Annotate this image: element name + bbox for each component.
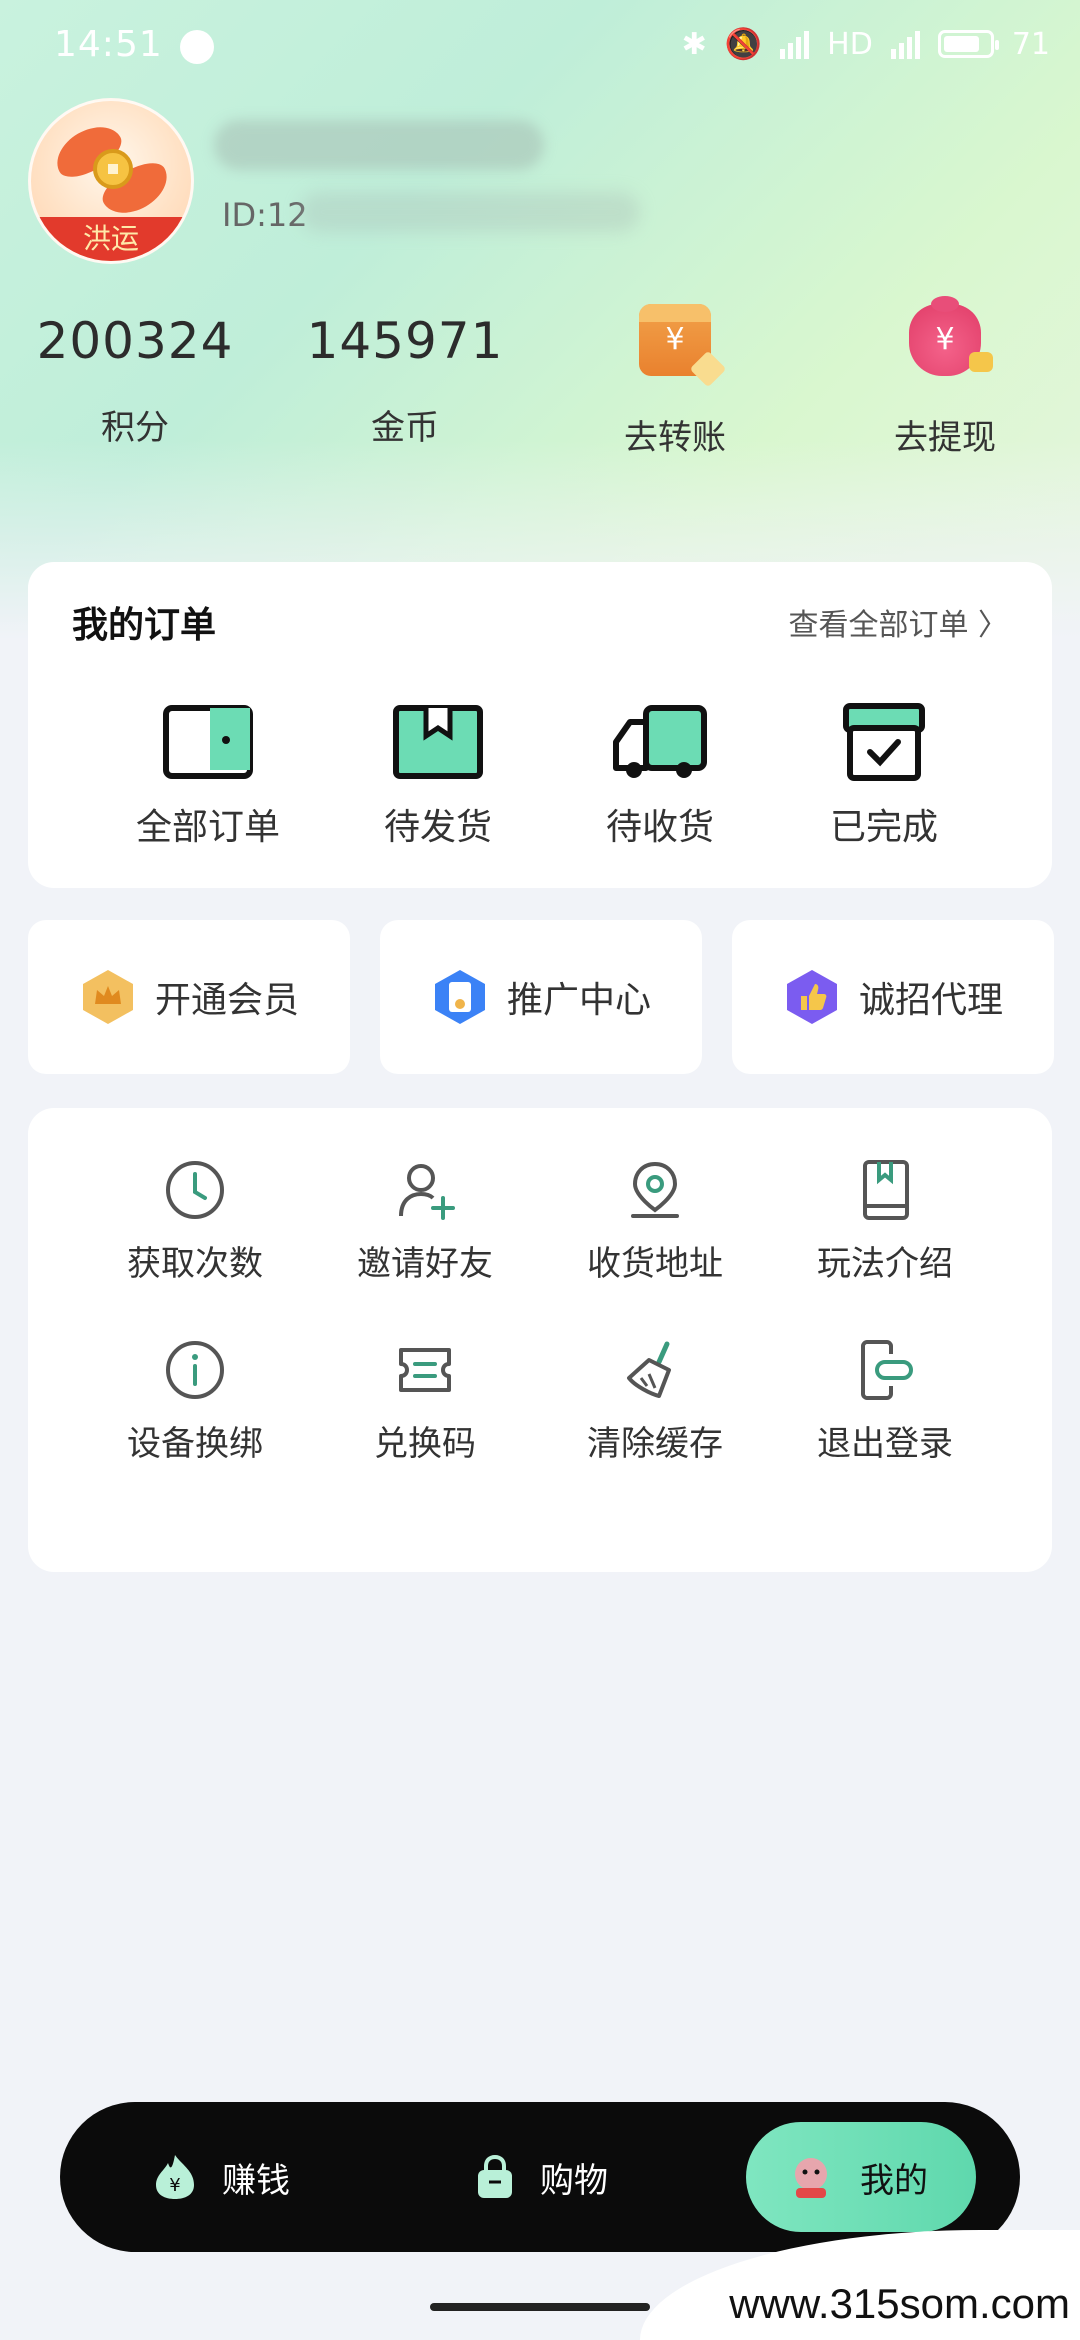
thumbs-up-badge-icon (786, 970, 837, 1024)
money-bag-icon: ¥ (909, 296, 993, 376)
tab-mine-label: 我的 (860, 2160, 928, 2201)
clock-icon (166, 1161, 224, 1219)
coins-label: 金币 (371, 408, 439, 448)
home-indicator[interactable] (430, 2303, 650, 2311)
service-redeem-code-label: 兑换码 (374, 1424, 476, 1464)
service-device-rebind-label: 设备换绑 (127, 1424, 263, 1464)
points-stat[interactable]: 200324 积分 (0, 312, 270, 449)
service-logout-label: 退出登录 (817, 1424, 953, 1464)
status-indicators: ✱ 🔕 HD 71 (682, 22, 1050, 66)
coin-icon (93, 149, 133, 189)
profile-face-icon (795, 2158, 827, 2198)
info-icon (166, 1341, 224, 1399)
location-pin-icon (631, 1161, 679, 1218)
coins-value: 145971 (306, 312, 504, 370)
status-time: 14:51 (54, 24, 163, 65)
service-shipping-address-label: 收货地址 (587, 1244, 723, 1284)
fire-coin-icon: ¥ (156, 2155, 194, 2199)
service-invite-friends-label: 邀请好友 (357, 1244, 493, 1284)
ticket-icon (399, 1348, 451, 1392)
service-get-chances-label: 获取次数 (127, 1244, 263, 1284)
shopping-bag-icon (478, 2154, 512, 2198)
mute-icon: 🔕 (724, 26, 763, 62)
invite-user-icon (399, 1164, 455, 1220)
tab-mine[interactable]: 我的 (786, 2102, 928, 2252)
view-all-orders-link[interactable]: 查看全部订单 〉 (788, 600, 1008, 644)
service-get-chances[interactable]: 获取次数 (80, 1158, 310, 1285)
signal-icon-2 (890, 29, 920, 59)
service-device-rebind[interactable]: 设备换绑 (80, 1338, 310, 1465)
service-how-to-play[interactable]: 玩法介绍 (770, 1158, 1000, 1285)
box-icon (390, 702, 486, 782)
order-to-ship[interactable]: 待发货 (328, 702, 548, 850)
coins-stat[interactable]: 145971 金币 (270, 312, 540, 449)
notification-dot-icon (180, 30, 214, 64)
services-card: 获取次数 邀请好友 收货地址 玩法介绍 设备换绑 兑换码 清除缓存 退出登录 (28, 1108, 1052, 1572)
tab-shopping-label: 购物 (540, 2160, 608, 2201)
status-bar: 14:51 ✱ 🔕 HD 71 (0, 0, 1080, 90)
truck-icon (612, 702, 708, 782)
promo-badge-icon (434, 970, 485, 1024)
user-id: ID:12 (222, 196, 308, 234)
quick-link-membership[interactable]: 开通会员 (28, 920, 350, 1074)
service-redeem-code[interactable]: 兑换码 (310, 1338, 540, 1465)
logout-icon (861, 1340, 913, 1400)
withdraw-button[interactable]: ¥ 去提现 (810, 296, 1080, 459)
orders-title: 我的订单 (72, 605, 217, 646)
quick-link-agent-label: 诚招代理 (858, 980, 1003, 1021)
quick-link-promotion[interactable]: 推广中心 (380, 920, 702, 1074)
watermark: www.315som.com (729, 2280, 1070, 2327)
user-id-redacted (300, 192, 640, 232)
service-clear-cache-label: 清除缓存 (587, 1424, 723, 1464)
transfer-label: 去转账 (624, 418, 726, 458)
orders-card: 我的订单 查看全部订单 〉 全部订单 待发货 待收货 已完成 (28, 562, 1052, 888)
points-value: 200324 (36, 312, 234, 370)
battery-level: 71 (1011, 26, 1050, 62)
nickname-redacted (214, 120, 544, 170)
battery-icon (937, 30, 999, 58)
yuan-glyph: ¥ (935, 322, 955, 357)
yuan-glyph: ¥ (665, 322, 685, 357)
quick-link-promotion-label: 推广中心 (506, 980, 651, 1021)
order-to-receive[interactable]: 待收货 (550, 702, 770, 850)
crown-badge-icon (82, 970, 133, 1024)
bottom-nav: ¥ 赚钱 购物 我的 (60, 2102, 1020, 2252)
yuan-glyph: ¥ (169, 2175, 180, 2196)
tab-earn[interactable]: ¥ 赚钱 (152, 2102, 290, 2252)
points-label: 积分 (101, 408, 169, 448)
completed-box-icon (836, 702, 932, 782)
service-logout[interactable]: 退出登录 (770, 1338, 1000, 1465)
service-clear-cache[interactable]: 清除缓存 (540, 1338, 770, 1465)
broom-icon (627, 1341, 671, 1398)
order-completed-label: 已完成 (829, 807, 938, 848)
order-all[interactable]: 全部订单 (98, 702, 318, 850)
tab-earn-label: 赚钱 (222, 2160, 290, 2201)
order-to-ship-label: 待发货 (383, 807, 492, 848)
bluetooth-icon: ✱ (681, 26, 707, 62)
order-all-label: 全部订单 (135, 807, 280, 848)
avatar[interactable]: 洪运 (28, 98, 194, 264)
book-icon (863, 1160, 909, 1220)
transfer-wallet-icon: ¥ (639, 304, 727, 388)
avatar-badge: 洪运 (31, 217, 191, 261)
service-invite-friends[interactable]: 邀请好友 (310, 1158, 540, 1285)
wallet-icon (160, 702, 256, 782)
quick-link-membership-label: 开通会员 (154, 980, 299, 1021)
order-completed[interactable]: 已完成 (774, 702, 994, 850)
tab-shopping[interactable]: 购物 (474, 2102, 608, 2252)
network-type: HD (827, 26, 873, 62)
signal-icon (780, 29, 810, 59)
transfer-button[interactable]: ¥ 去转账 (540, 304, 810, 459)
service-shipping-address[interactable]: 收货地址 (540, 1158, 770, 1285)
service-how-to-play-label: 玩法介绍 (817, 1244, 953, 1284)
withdraw-label: 去提现 (894, 418, 996, 458)
quick-link-agent[interactable]: 诚招代理 (732, 920, 1054, 1074)
order-to-receive-label: 待收货 (605, 807, 714, 848)
